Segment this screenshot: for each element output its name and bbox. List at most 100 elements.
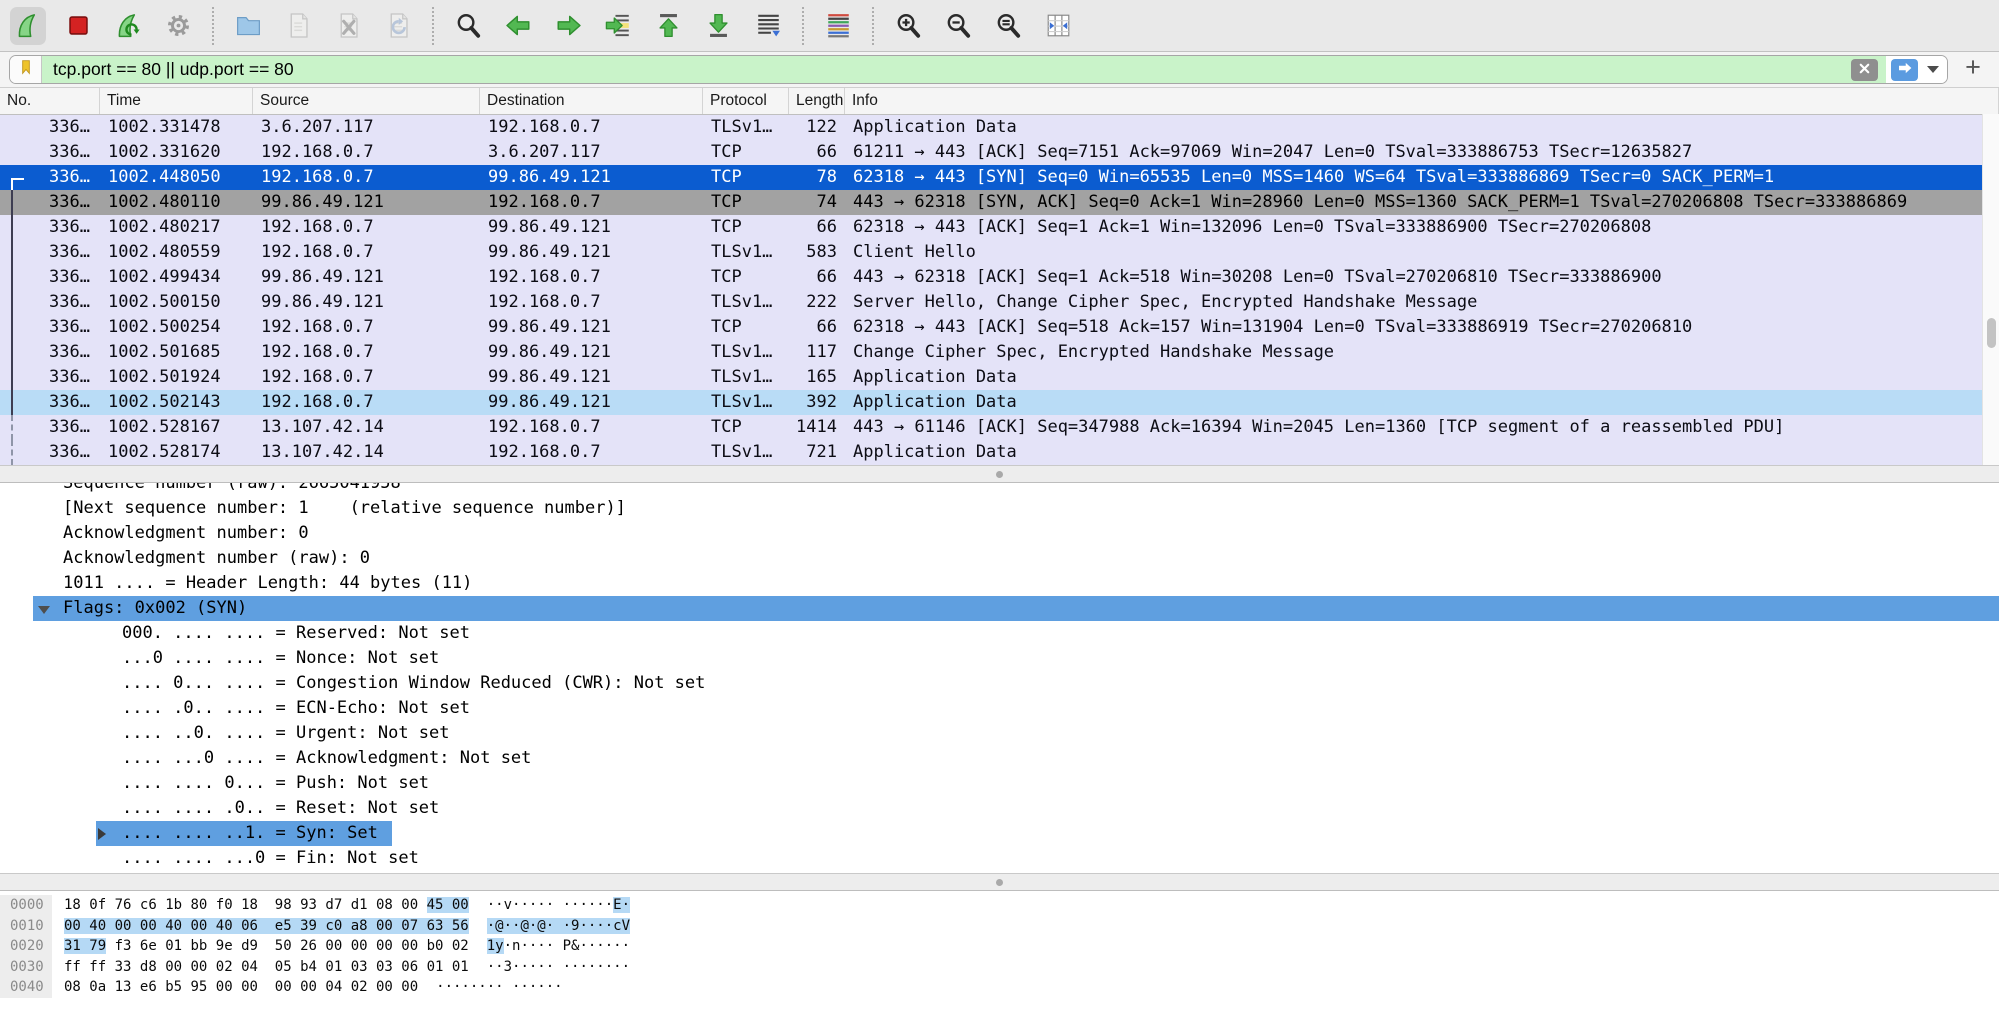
zoom-in-icon <box>894 11 923 40</box>
column-header-no[interactable]: No. <box>0 88 100 114</box>
detail-line[interactable]: Acknowledgment number (raw): 0 <box>0 546 1999 571</box>
resize-columns-button[interactable] <box>1040 7 1076 45</box>
packet-row[interactable]: 336…1002.480559192.168.0.799.86.49.121TL… <box>0 240 1999 265</box>
expand-icon[interactable] <box>98 828 106 840</box>
detail-line[interactable]: .... 0... .... = Congestion Window Reduc… <box>0 671 1999 696</box>
detail-line[interactable]: .... .... ...0 = Fin: Not set <box>0 846 1999 871</box>
packet-row[interactable]: 336…1002.331620192.168.0.73.6.207.117TCP… <box>0 140 1999 165</box>
hex-row[interactable]: 002031 79 f3 6e 01 bb 9e d9 50 26 00 00 … <box>0 936 1999 957</box>
close-file-button[interactable] <box>330 7 366 45</box>
find-packet-button[interactable] <box>450 7 486 45</box>
column-header-destination[interactable]: Destination <box>480 88 703 114</box>
reload-file-icon <box>384 11 413 40</box>
filter-right-controls <box>1886 56 1947 83</box>
detail-line[interactable]: [Next sequence number: 1 (relative seque… <box>0 496 1999 521</box>
filter-text-area[interactable]: tcp.port == 80 || udp.port == 80 <box>42 56 1886 83</box>
filter-dropdown-caret[interactable] <box>1927 66 1939 73</box>
scrollbar-thumb[interactable] <box>1987 318 1996 348</box>
cell-no: 336… <box>0 440 100 465</box>
cell-protocol: TCP <box>703 415 789 440</box>
column-header-time[interactable]: Time <box>100 88 253 114</box>
colorize-packets-icon <box>824 11 853 40</box>
hex-ascii: 1y·n···· P&······ <box>469 936 630 957</box>
splitter-list-details[interactable] <box>0 465 1999 483</box>
cell-destination: 99.86.49.121 <box>480 165 703 190</box>
detail-line[interactable]: Acknowledgment number: 0 <box>0 521 1999 546</box>
capture-options-button[interactable] <box>160 7 196 45</box>
go-back-button[interactable] <box>500 7 536 45</box>
column-header-info[interactable]: Info <box>845 88 1999 114</box>
display-filter-input[interactable]: tcp.port == 80 || udp.port == 80 <box>9 55 1948 84</box>
column-header-source[interactable]: Source <box>253 88 480 114</box>
packet-row[interactable]: 336…1002.500254192.168.0.799.86.49.121TC… <box>0 315 1999 340</box>
cell-no: 336… <box>0 340 100 365</box>
display-filter-bar: tcp.port == 80 || udp.port == 80 + <box>0 52 1999 88</box>
cell-length: 66 <box>789 265 845 290</box>
go-to-top-button[interactable] <box>650 7 686 45</box>
detail-line[interactable]: .... .0.. .... = ECN-Echo: Not set <box>0 696 1999 721</box>
packet-row[interactable]: 336…1002.3314783.6.207.117192.168.0.7TLS… <box>0 115 1999 140</box>
toolbar-separator <box>432 7 434 45</box>
packet-list-scrollbar[interactable] <box>1982 114 1999 465</box>
packet-row[interactable]: 336…1002.448050192.168.0.799.86.49.121TC… <box>0 165 1999 190</box>
packet-row[interactable]: 336…1002.48011099.86.49.121192.168.0.7TC… <box>0 190 1999 215</box>
hex-row[interactable]: 001000 40 00 00 40 00 40 06 e5 39 c0 a8 … <box>0 916 1999 937</box>
cell-destination: 192.168.0.7 <box>480 115 703 140</box>
filter-clear-button[interactable] <box>1851 59 1878 81</box>
column-header-length[interactable]: Length <box>789 88 845 114</box>
packet-row[interactable]: 336…1002.501685192.168.0.799.86.49.121TL… <box>0 340 1999 365</box>
cell-source: 192.168.0.7 <box>253 215 480 240</box>
auto-scroll-button[interactable] <box>750 7 786 45</box>
filter-add-button[interactable]: + <box>1960 55 1990 85</box>
filter-apply-button[interactable] <box>1891 59 1918 81</box>
open-file-button[interactable] <box>230 7 266 45</box>
go-forward-button[interactable] <box>550 7 586 45</box>
packet-row[interactable]: 336…1002.52816713.107.42.14192.168.0.7TC… <box>0 415 1999 440</box>
detail-line[interactable]: 1011 .... = Header Length: 44 bytes (11) <box>0 571 1999 596</box>
packet-row[interactable]: 336…1002.480217192.168.0.799.86.49.121TC… <box>0 215 1999 240</box>
detail-line[interactable]: .... ...0 .... = Acknowledgment: Not set <box>0 746 1999 771</box>
cell-no: 336… <box>0 140 100 165</box>
packet-row[interactable]: 336…1002.50015099.86.49.121192.168.0.7TL… <box>0 290 1999 315</box>
hex-ascii: ··v····· ······E· <box>469 895 630 916</box>
hex-row[interactable]: 000018 0f 76 c6 1b 80 f0 18 98 93 d7 d1 … <box>0 895 1999 916</box>
go-to-packet-icon <box>604 11 633 40</box>
find-packet-icon <box>454 11 483 40</box>
cell-protocol: TCP <box>703 215 789 240</box>
detail-line[interactable]: 000. .... .... = Reserved: Not set <box>0 621 1999 646</box>
detail-line[interactable]: .... .... 0... = Push: Not set <box>0 771 1999 796</box>
arrow-right-icon <box>1896 59 1914 80</box>
go-to-packet-button[interactable] <box>600 7 636 45</box>
cell-length: 122 <box>789 115 845 140</box>
filter-bookmark-button[interactable] <box>10 56 42 83</box>
detail-line[interactable]: .... .... .0.. = Reset: Not set <box>0 796 1999 821</box>
stop-capture-button[interactable] <box>60 7 96 45</box>
zoom-in-button[interactable] <box>890 7 926 45</box>
go-to-bottom-button[interactable] <box>700 7 736 45</box>
save-file-button[interactable] <box>280 7 316 45</box>
zoom-out-button[interactable] <box>940 7 976 45</box>
hex-bytes: 31 79 f3 6e 01 bb 9e d9 50 26 00 00 00 0… <box>52 936 469 957</box>
packet-row[interactable]: 336…1002.52817413.107.42.14192.168.0.7TL… <box>0 440 1999 465</box>
hex-row[interactable]: 004008 0a 13 e6 b5 95 00 00 00 00 04 02 … <box>0 977 1999 998</box>
cell-length: 583 <box>789 240 845 265</box>
detail-line[interactable]: .... ..0. .... = Urgent: Not set <box>0 721 1999 746</box>
restart-capture-button[interactable] <box>110 7 146 45</box>
hex-offset: 0040 <box>0 977 52 998</box>
column-header-protocol[interactable]: Protocol <box>703 88 789 114</box>
splitter-details-bytes[interactable] <box>0 873 1999 891</box>
zoom-reset-button[interactable] <box>990 7 1026 45</box>
start-capture-button[interactable] <box>10 7 46 45</box>
detail-line[interactable]: .... .... ..1. = Syn: Set <box>0 821 1999 846</box>
collapse-icon[interactable] <box>38 606 50 614</box>
detail-line[interactable]: Sequence number (raw): 2665041958 <box>0 483 1999 496</box>
reload-file-button[interactable] <box>380 7 416 45</box>
packet-row[interactable]: 336…1002.502143192.168.0.799.86.49.121TL… <box>0 390 1999 415</box>
hex-row[interactable]: 0030ff ff 33 d8 00 00 02 04 05 b4 01 03 … <box>0 957 1999 978</box>
detail-line[interactable]: Flags: 0x002 (SYN) <box>0 596 1999 621</box>
packet-row[interactable]: 336…1002.501924192.168.0.799.86.49.121TL… <box>0 365 1999 390</box>
detail-line[interactable]: ...0 .... .... = Nonce: Not set <box>0 646 1999 671</box>
packet-row[interactable]: 336…1002.49943499.86.49.121192.168.0.7TC… <box>0 265 1999 290</box>
colorize-packets-button[interactable] <box>820 7 856 45</box>
cell-destination: 192.168.0.7 <box>480 290 703 315</box>
